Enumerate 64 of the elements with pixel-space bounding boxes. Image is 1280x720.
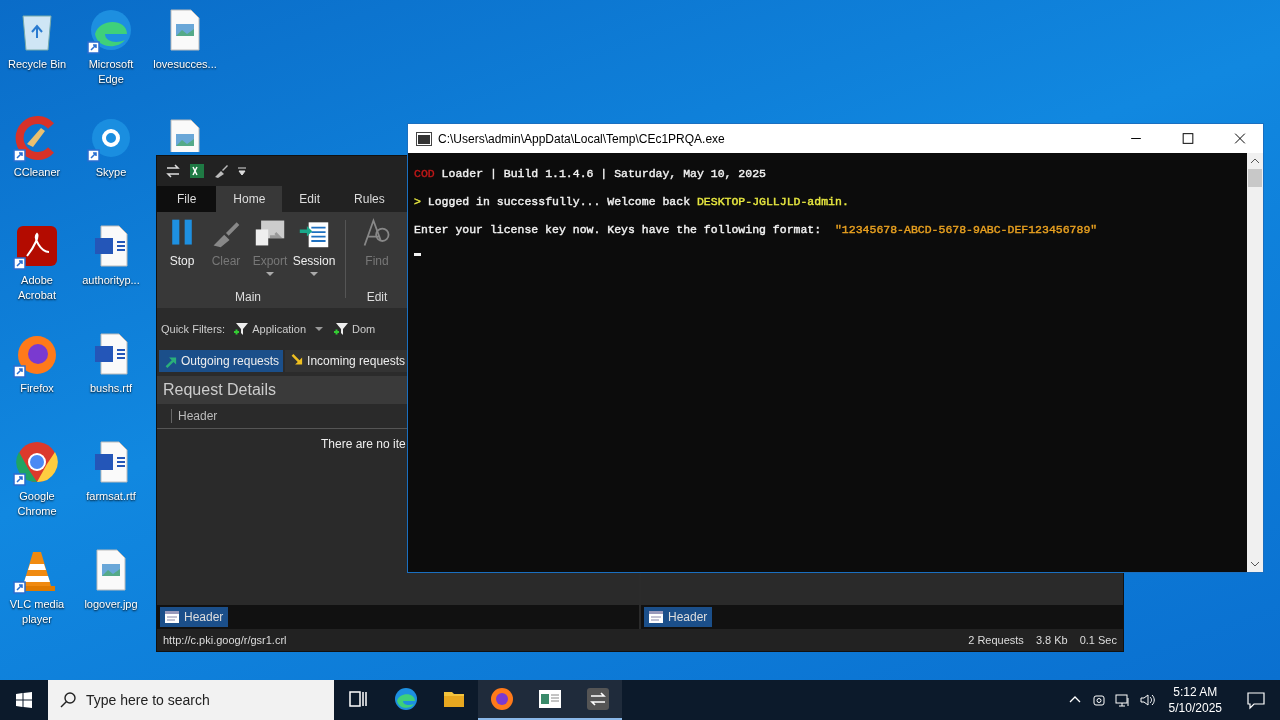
ribbon-tab[interactable]: Edit [282,186,338,212]
status-size: 3.8 Kb [1035,634,1068,646]
clock-date[interactable]: 5/10/2025 [1168,700,1222,716]
scrollbar-thumb[interactable] [1248,169,1262,187]
filter-dropdown[interactable]: Dom [331,321,378,337]
desktop-icon-label[interactable]: CCleaner [1,165,73,180]
panel-title: Request Details [163,381,276,399]
desktop-icon-label[interactable]: VLC media player [1,597,73,627]
traffic-tab[interactable]: Incoming requests [285,350,410,372]
desktop-icon-label[interactable]: bushs.rtf [75,381,147,396]
caret-icon [310,272,318,276]
ribbon-button[interactable]: Session [293,216,335,290]
brush-icon[interactable] [213,163,229,179]
dropdown-icon[interactable] [237,166,247,176]
desktop-icon-label[interactable]: Google Chrome [1,489,73,519]
search-icon [60,692,76,708]
swap-arrows-icon[interactable] [574,680,622,720]
desktop-icon-label[interactable]: logover.jpg [75,597,147,612]
window-icon [165,611,179,623]
caret-icon [315,327,323,331]
desktop-icon-label[interactable]: Recycle Bin [1,57,73,72]
text-cursor [414,253,421,256]
swap-arrows-icon[interactable] [165,163,181,179]
desktop-icon-label[interactable]: farmsat.rtf [75,489,147,504]
network-icon[interactable] [1114,692,1131,708]
ribbon-group-label: Main [235,290,261,306]
console-icon [416,131,432,146]
clock-time[interactable]: 5:12 AM [1173,684,1218,700]
funnel-icon [233,321,250,337]
status-url: http://c.pki.goog/r/gsr1.crl [163,634,287,646]
desktop-icon-label[interactable]: Firefox [1,381,73,396]
console-line: COD Loader | Build 1.1.4.6 | Saturday, May 10, 2025 [414,167,767,181]
desktop-icon-label[interactable]: Microsoft Edge [75,57,147,87]
camera-icon[interactable] [1090,692,1107,708]
filter-dropdown[interactable]: Application [231,321,325,337]
status-requests: 2 Requests [968,634,1024,646]
window-title: C:\Users\admin\AppData\Local\Temp\CEc1PRQA.exe [438,131,725,146]
ribbon-button[interactable]: Stop [161,216,203,290]
chevron-up-icon[interactable] [1250,158,1260,164]
arrow-icon [289,354,304,368]
status-time: 0.1 Sec [1079,634,1117,646]
window-icon [649,611,663,623]
traffic-tab[interactable]: Outgoing requests [159,350,284,372]
desktop-icon-label[interactable]: lovesucces... [149,57,221,72]
quick-filters-label: Quick Filters: [161,323,226,335]
chevron-down-icon[interactable] [1250,561,1260,567]
spreadsheet-icon[interactable] [189,163,205,179]
funnel-icon [333,321,349,337]
desktop-icon-label[interactable]: Adobe Acrobat [1,273,73,303]
ribbon-tab[interactable]: File [157,186,217,212]
speaker-icon[interactable] [1138,692,1155,708]
scrollbar[interactable] [1247,153,1263,572]
column-header[interactable]: Header [171,409,218,423]
console-line: Enter your license key now. Keys have the following format: "12345678-ABCD-5678-9ABC-DEF123456789" [414,223,1099,237]
header-tab[interactable]: Header [644,607,713,627]
caret-icon [266,272,274,276]
ribbon-tab[interactable]: Rules [337,186,402,212]
header-tab[interactable]: Header [160,607,229,627]
ribbon-group-label: Edit [366,290,388,306]
console-line: > Logged in successfully... Welcome back DESKTOP-JGLLJLD-admin. [414,195,850,209]
empty-message: There are no ite [321,437,406,453]
ribbon-tab[interactable]: Home [216,186,283,212]
desktop-icon-label[interactable]: Skype [75,165,147,180]
desktop-icon-label[interactable]: authorityp... [75,273,147,288]
